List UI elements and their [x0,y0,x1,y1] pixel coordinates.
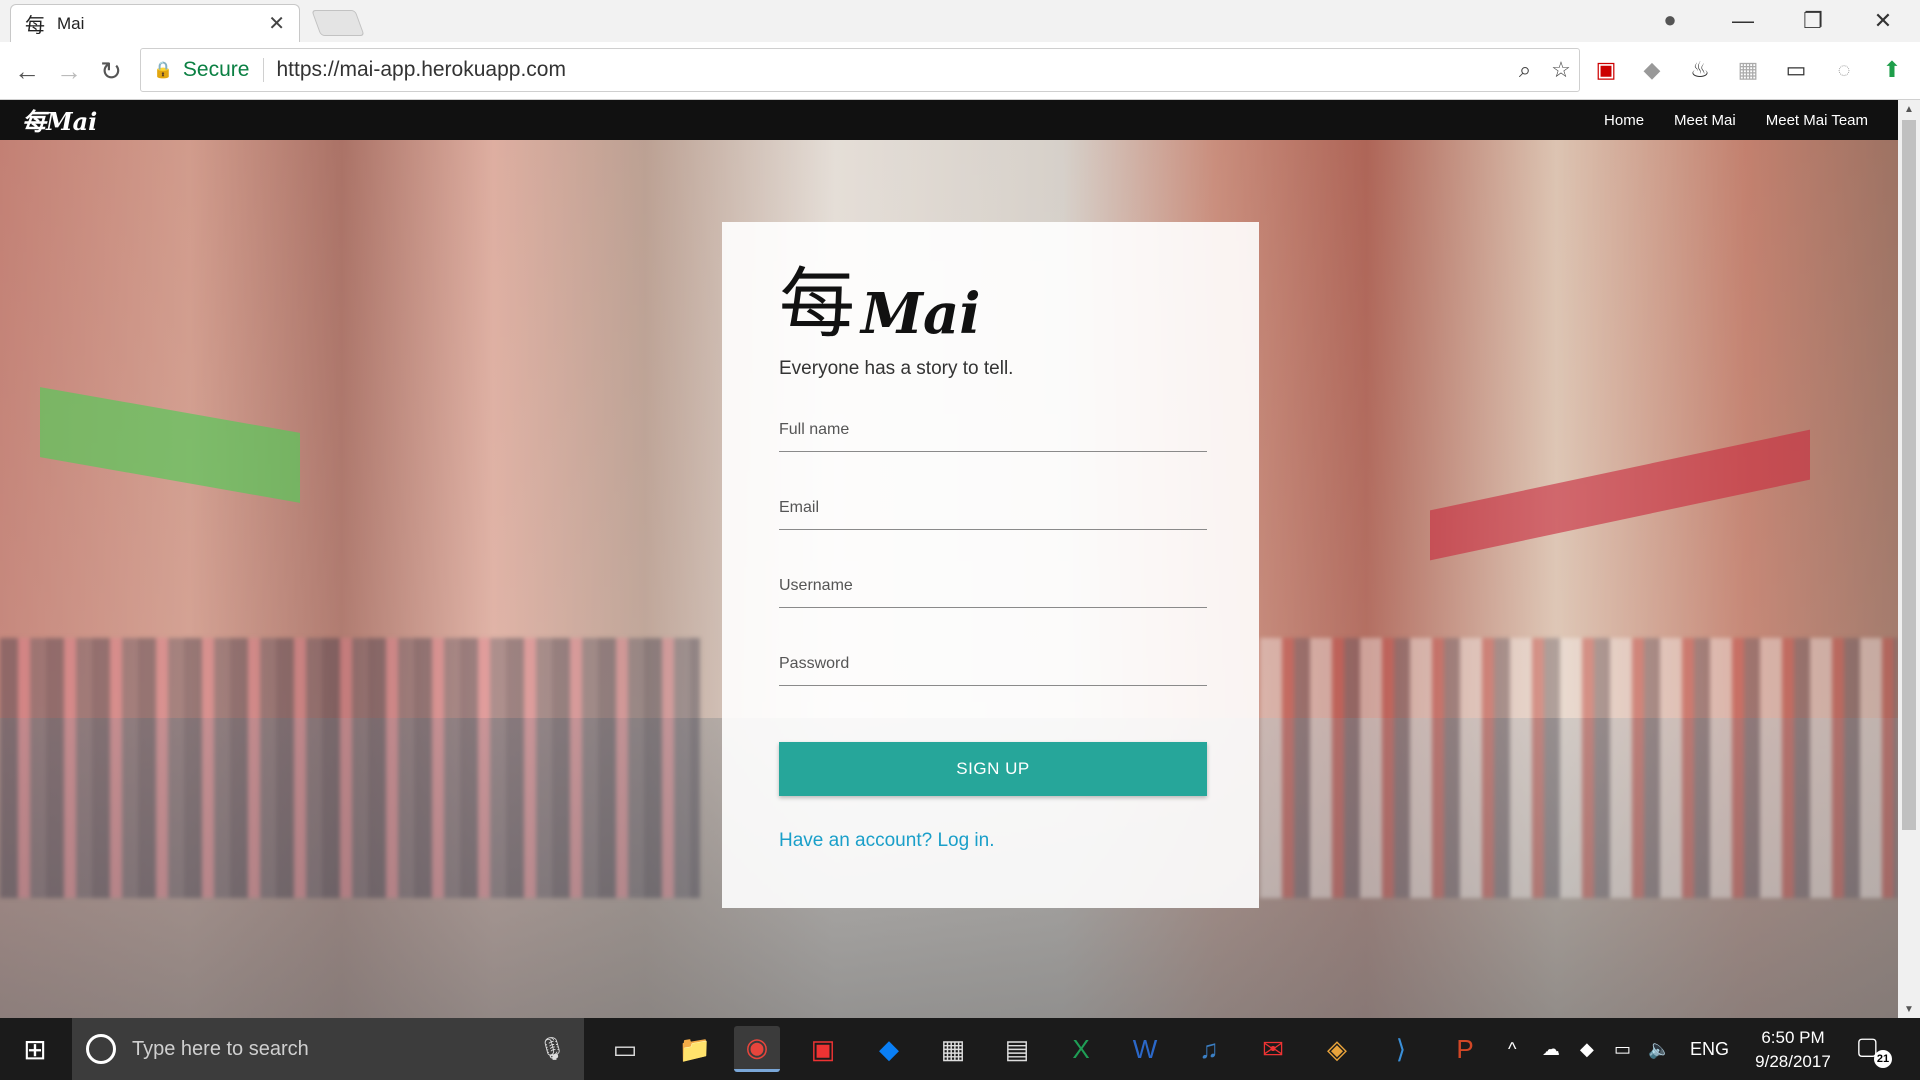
password-placeholder: Password [779,655,850,672]
background-crowd-right [1260,638,1898,898]
nav-home-link[interactable]: Home [1604,112,1644,129]
clock-date: 9/28/2017 [1755,1052,1831,1071]
close-window-button[interactable]: ✕ [1848,0,1918,42]
minimize-button[interactable]: — [1708,0,1778,42]
circle-extension-icon[interactable]: ◌ [1826,52,1862,88]
microphone-icon[interactable]: 🎙 [538,1036,566,1062]
mail-app-icon[interactable]: ✉ [1250,1026,1296,1072]
site-favicon-icon: 每 [25,15,45,37]
forward-button[interactable]: → [52,54,86,88]
taskbar-search-box[interactable]: Type here to search 🎙 [72,1018,584,1080]
task-view-icon[interactable]: ▭ [602,1026,648,1072]
dropbox-icon[interactable]: ◆ [866,1026,912,1072]
page-scrollbar[interactable]: ▲ ▼ [1898,100,1920,1018]
new-extension-icon[interactable]: ▭ [1778,52,1814,88]
powerpoint-icon[interactable]: P [1442,1026,1488,1072]
lock-icon: 🔒 [153,62,173,79]
green-upload-extension-icon[interactable]: ⬆ [1874,52,1910,88]
page-viewport: 每Mai Home Meet Mai Meet Mai Team 每 Mai E… [0,100,1898,1018]
zoom-icon[interactable]: ⌕ [1507,57,1543,83]
calendar-icon[interactable]: ▤ [994,1026,1040,1072]
browser-tab-strip: 每 Mai ✕ ● — ❐ ✕ [0,0,1920,42]
word-icon[interactable]: W [1122,1026,1168,1072]
signup-logo: 每 Mai [779,252,1202,348]
browser-tab[interactable]: 每 Mai ✕ [10,4,300,42]
taskbar-search-placeholder: Type here to search [132,1037,309,1060]
site-logo[interactable]: 每Mai [22,102,97,137]
back-button[interactable]: ← [10,54,44,88]
windows-start-icon[interactable]: ⊞ [0,1018,70,1080]
background-crowd-left [0,638,700,898]
gitkraken-icon[interactable]: ◈ [1314,1026,1360,1072]
acrobat-icon[interactable]: ▣ [800,1026,846,1072]
music-app-icon[interactable]: ♫ [1186,1026,1232,1072]
clock-time: 6:50 PM [1761,1028,1825,1047]
tray-chevron-icon[interactable]: ^ [1508,1018,1516,1080]
volume-icon[interactable]: 🔈 [1648,1018,1670,1080]
scroll-up-arrow-icon[interactable]: ▲ [1898,100,1920,118]
full-name-field[interactable]: Full name [779,380,1207,452]
bookmark-star-icon[interactable]: ☆ [1543,57,1579,83]
calculator-icon[interactable]: ▦ [930,1026,976,1072]
language-indicator[interactable]: ENG [1690,1018,1729,1080]
email-placeholder: Email [779,499,820,516]
profile-icon[interactable]: ● [1656,6,1684,34]
new-tab-button[interactable] [311,10,365,36]
visual-studio-code-icon[interactable]: ⟩ [1378,1026,1424,1072]
scroll-down-arrow-icon[interactable]: ▼ [1898,1000,1920,1018]
url-text[interactable]: https://mai-app.herokuapp.com [276,58,1507,82]
signup-logo-text: Mai [861,281,981,347]
nav-meet-mai-link[interactable]: Meet Mai [1674,112,1736,129]
battery-icon[interactable]: ▭ [1614,1018,1631,1080]
system-clock[interactable]: 6:50 PM 9/28/2017 [1748,1026,1838,1074]
sign-up-button[interactable]: SIGN UP [779,742,1207,796]
background-green-awning [40,387,300,503]
cortana-icon[interactable] [86,1034,116,1064]
chrome-icon[interactable]: ◉ [734,1026,780,1072]
signup-card: 每 Mai Everyone has a story to tell. Full… [722,222,1259,908]
full-name-placeholder: Full name [779,421,850,438]
onedrive-icon[interactable]: ☁ [1542,1018,1560,1080]
signup-logo-glyph: 每 [779,259,855,348]
file-explorer-icon[interactable]: 📁 [672,1026,718,1072]
windows-taskbar: ⊞ Type here to search 🎙 ▭ 📁 ◉ ▣ ◆ ▦ ▤ X … [0,1018,1920,1080]
email-field[interactable]: Email [779,452,1207,530]
nav-meet-team-link[interactable]: Meet Mai Team [1766,112,1868,129]
hero-background-photo: 每 Mai Everyone has a story to tell. Full… [0,140,1898,1018]
close-tab-icon[interactable]: ✕ [268,11,285,36]
browser-toolbar: ← → ↻ 🔒 Secure https://mai-app.herokuapp… [0,42,1920,100]
signup-form: Full name Email Username Password [779,380,1207,686]
restore-button[interactable]: ❐ [1778,0,1848,42]
address-bar[interactable]: 🔒 Secure https://mai-app.herokuapp.com ⌕… [140,48,1580,92]
notification-count-badge: 21 [1874,1050,1892,1068]
site-logo-text: Mai [46,107,98,136]
login-link[interactable]: Have an account? Log in. [779,830,1202,852]
dropbox-tray-icon[interactable]: ◆ [1580,1018,1594,1080]
grey-extension-icon[interactable]: ▦ [1730,52,1766,88]
excel-icon[interactable]: X [1058,1026,1104,1072]
tab-title: Mai [57,13,85,33]
nav-links: Home Meet Mai Meet Mai Team [1604,100,1868,140]
acrobat-extension-icon[interactable]: ▣ [1588,52,1624,88]
username-field[interactable]: Username [779,530,1207,608]
reload-button[interactable]: ↻ [94,54,128,88]
scrollbar-thumb[interactable] [1902,120,1916,830]
dropbox-extension-icon[interactable]: ◆ [1634,52,1670,88]
tagline: Everyone has a story to tell. [779,358,1014,379]
username-placeholder: Username [779,577,853,594]
action-center-icon[interactable]: ▢ 21 [1856,1032,1892,1068]
site-navbar: 每Mai Home Meet Mai Meet Mai Team [0,100,1898,140]
secure-label: Secure [183,58,265,82]
background-red-awning [1430,429,1810,561]
password-field[interactable]: Password [779,608,1207,686]
flame-extension-icon[interactable]: ♨ [1682,52,1718,88]
site-logo-glyph: 每 [22,107,46,136]
